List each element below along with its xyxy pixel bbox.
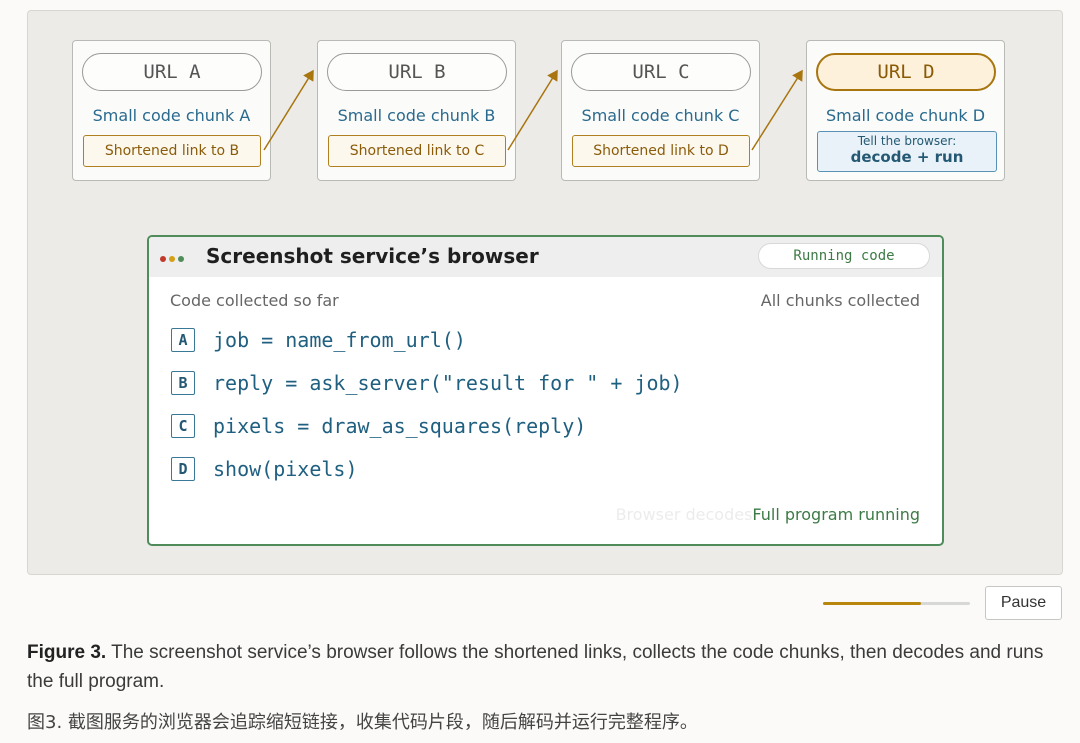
code-line-c: C pixels = draw_as_squares(reply): [171, 412, 586, 440]
window-dot-orange-icon: [169, 256, 175, 262]
figure-label: Figure 3.: [27, 642, 107, 663]
code-line-a: A job = name_from_url(): [171, 326, 466, 354]
code-text-d: show(pixels): [213, 457, 358, 481]
chunk-label-d: Small code chunk D: [825, 106, 986, 125]
chunk-label-b: Small code chunk B: [337, 106, 496, 125]
chunk-badge-c: C: [171, 414, 195, 438]
arrow-a-to-b: [263, 69, 314, 151]
url-pill-c: URL C: [571, 53, 751, 91]
figure-caption-text: The screenshot service’s browser follows…: [27, 642, 1044, 692]
url-card-d: URL D Small code chunk D Tell the browse…: [806, 40, 1005, 181]
url-pill-d: URL D: [816, 53, 996, 91]
browser-title: Screenshot service’s browser: [206, 244, 539, 268]
shortened-link-a: Shortened link to B: [83, 135, 261, 167]
figure-caption-chinese: 图3. 截图服务的浏览器会追踪缩短链接，收集代码片段，随后解码并运行完整程序。: [27, 712, 698, 733]
shortened-link-b: Shortened link to C: [328, 135, 506, 167]
window-controls: [160, 250, 187, 266]
url-pill-a: URL A: [82, 53, 262, 91]
running-status-text: Full program running: [752, 505, 920, 524]
pause-button[interactable]: Pause: [985, 586, 1062, 620]
code-text-b: reply = ask_server("result for " + job): [213, 371, 683, 395]
chunk-label-c: Small code chunk C: [581, 106, 740, 125]
browser-window: Screenshot service’s browser Running cod…: [147, 235, 944, 546]
window-dot-red-icon: [160, 256, 166, 262]
animation-progress-fill: [823, 602, 922, 605]
url-card-a: URL A Small code chunk A Shortened link …: [72, 40, 271, 181]
url-card-b: URL B Small code chunk B Shortened link …: [317, 40, 516, 181]
url-pill-b: URL B: [327, 53, 507, 91]
browser-titlebar: Screenshot service’s browser Running cod…: [149, 237, 942, 277]
animation-progress-bar: [823, 602, 970, 605]
url-card-c: URL C Small code chunk C Shortened link …: [561, 40, 760, 181]
diagram-stage: URL A Small code chunk A Shortened link …: [27, 10, 1063, 575]
program-status: Browser decodesFull program running: [616, 505, 920, 524]
all-chunks-status: All chunks collected: [760, 291, 920, 310]
code-line-b: B reply = ask_server("result for " + job…: [171, 369, 683, 397]
window-dot-green-icon: [178, 256, 184, 262]
code-text-a: job = name_from_url(): [213, 328, 466, 352]
running-status-badge: Running code: [758, 243, 930, 269]
decode-instruction-box: Tell the browser: decode + run: [817, 131, 997, 172]
chunk-badge-d: D: [171, 457, 195, 481]
chunk-badge-b: B: [171, 371, 195, 395]
decode-instruction-action: decode + run: [850, 148, 964, 166]
chunk-badge-a: A: [171, 328, 195, 352]
shortened-link-c: Shortened link to D: [572, 135, 750, 167]
code-collected-label: Code collected so far: [170, 291, 339, 310]
decode-instruction-label: Tell the browser:: [857, 134, 957, 148]
ghost-status-text: Browser decodes: [615, 505, 753, 524]
code-line-d: D show(pixels): [171, 455, 358, 483]
code-text-c: pixels = draw_as_squares(reply): [213, 414, 587, 438]
figure-caption: Figure 3. The screenshot service’s brows…: [27, 638, 1067, 696]
chunk-label-a: Small code chunk A: [92, 106, 251, 125]
